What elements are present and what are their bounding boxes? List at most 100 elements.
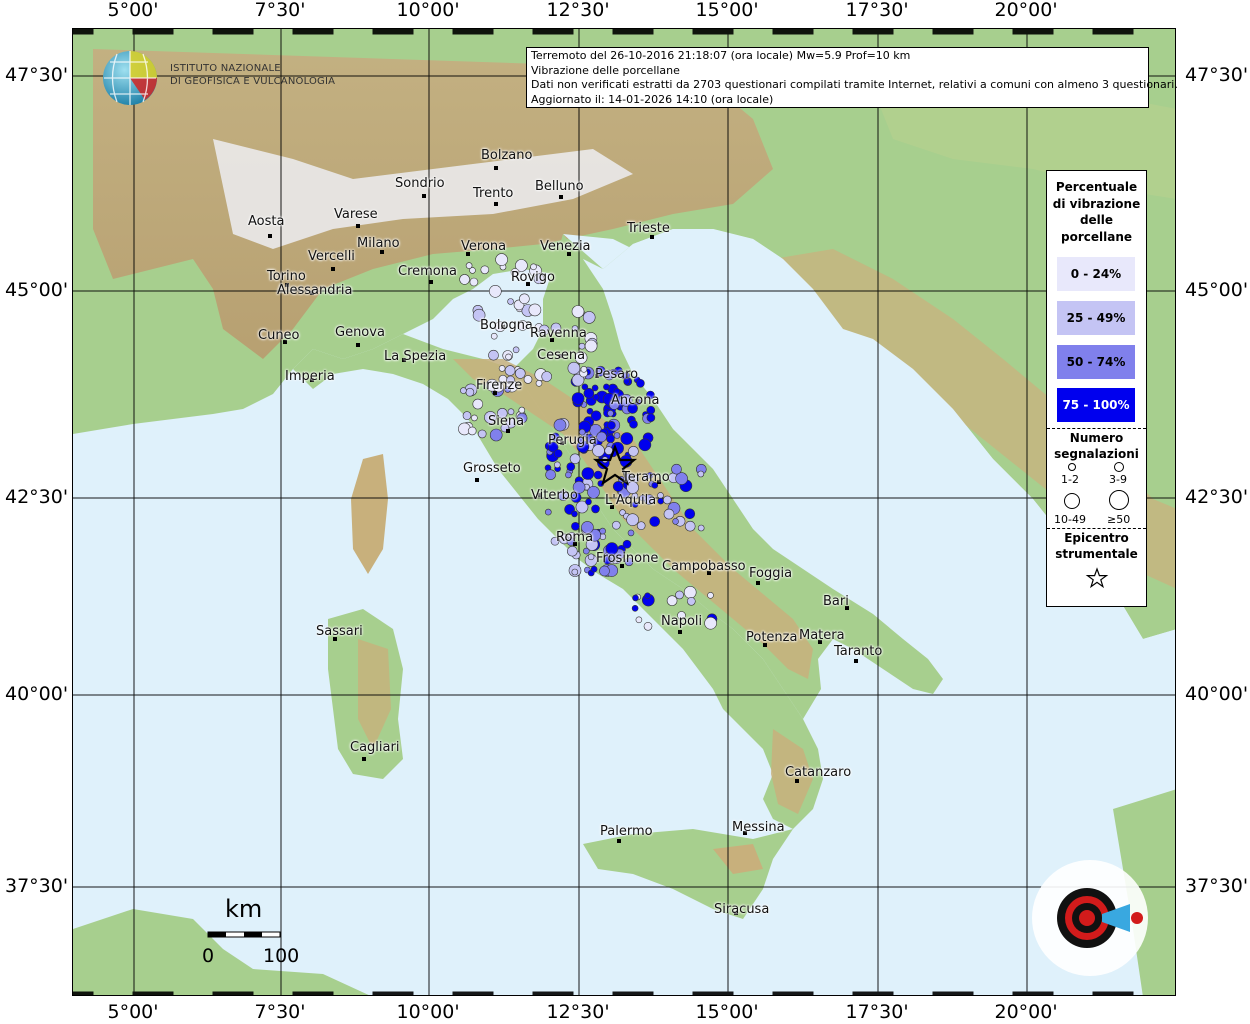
macroseismic-point <box>477 429 487 439</box>
macroseismic-point <box>606 434 615 444</box>
map-canvas[interactable] <box>72 28 1176 996</box>
legend-class-1: 25 - 49% <box>1057 301 1135 335</box>
city-marker <box>678 630 682 634</box>
macroseismic-point <box>507 298 514 305</box>
city-label: Varese <box>334 207 378 222</box>
city-label: Sondrio <box>395 176 445 191</box>
macroseismic-point <box>504 365 516 376</box>
city-marker <box>268 234 272 238</box>
legend-epi-title: Epicentro strumentale <box>1055 531 1138 561</box>
macroseismic-point <box>541 371 553 382</box>
ingv-globe-icon <box>103 51 157 105</box>
macroseismic-point <box>489 428 503 442</box>
macroseismic-point <box>666 595 678 607</box>
city-label: Palermo <box>600 824 653 839</box>
macroseismic-point <box>571 305 585 318</box>
legend: Percentuale di vibrazione delle porcella… <box>1046 170 1147 607</box>
map-svg <box>73 29 1175 995</box>
city-label: Cagliari <box>350 740 400 755</box>
scale-max: 100 <box>263 945 300 967</box>
macroseismic-point <box>465 262 473 269</box>
macroseismic-point <box>565 471 572 479</box>
macroseismic-point <box>628 445 639 457</box>
city-label: Viterbo <box>531 488 578 503</box>
city-label: Rovigo <box>511 270 555 285</box>
macroseismic-point <box>471 414 478 422</box>
land-corsica <box>351 454 388 574</box>
macroseismic-point <box>587 485 600 499</box>
lat-tick-left: 47°30' <box>5 64 69 86</box>
city-label: Frosinone <box>596 551 659 566</box>
macroseismic-point <box>519 293 530 305</box>
macroseismic-point <box>684 508 696 520</box>
scale-unit: km <box>225 895 263 923</box>
macroseismic-point <box>657 492 664 499</box>
city-label: Matera <box>799 628 845 643</box>
city-marker <box>331 267 335 271</box>
macroseismic-point <box>569 453 581 465</box>
city-label: Roma <box>556 530 594 545</box>
macroseismic-point <box>535 379 543 387</box>
macroseismic-point <box>467 426 477 436</box>
macroseismic-point <box>684 520 696 532</box>
macroseismic-point <box>571 510 578 518</box>
legend-size-symbols <box>1064 462 1129 510</box>
macroseismic-point <box>686 596 696 606</box>
city-label: Napoli <box>661 614 703 629</box>
macroseismic-point <box>697 470 705 478</box>
macroseismic-point <box>603 383 610 391</box>
lon-tick-bottom: 7°30' <box>254 1001 306 1023</box>
city-label: Imperia <box>285 369 335 384</box>
lon-tick-bottom: 5°00' <box>107 1001 159 1023</box>
city-label: Sassari <box>316 624 363 639</box>
lat-tick-left: 37°30' <box>5 875 69 897</box>
legend-class-0: 0 - 24% <box>1057 257 1135 291</box>
macroseismic-point <box>545 469 556 481</box>
city-label: Trento <box>473 186 514 201</box>
city-label: Siena <box>488 414 525 429</box>
city-marker <box>559 195 563 199</box>
macroseismic-point <box>583 387 595 399</box>
city-label: Cremona <box>398 264 457 279</box>
macroseismic-point <box>472 398 484 410</box>
city-label: La Spezia <box>384 349 447 364</box>
macroseismic-point <box>607 409 614 417</box>
scale-bar: km 0 100 <box>202 895 325 975</box>
city-label: Belluno <box>535 179 584 194</box>
city-label: Trieste <box>627 221 670 236</box>
lat-tick-left: 40°00' <box>5 683 69 705</box>
event-info-line2: Vibrazione delle porcellane <box>531 63 680 77</box>
city-marker <box>506 429 510 433</box>
event-info-line4: Aggiornato il: 14-01-2026 14:10 (ora loc… <box>531 92 774 106</box>
macroseismic-point <box>635 616 643 624</box>
macroseismic-point <box>553 461 561 469</box>
macroseismic-point <box>465 387 475 397</box>
macroseismic-point <box>649 516 661 527</box>
macroseismic-point <box>571 568 579 576</box>
macroseismic-point <box>480 265 490 275</box>
lon-tick-top: 20°00' <box>994 0 1058 21</box>
macroseismic-point <box>544 508 552 516</box>
lon-tick-top: 5°00' <box>107 0 159 21</box>
macroseismic-point <box>620 432 634 445</box>
lat-tick-left: 42°30' <box>5 486 69 508</box>
macroseismic-point <box>644 592 651 600</box>
city-marker <box>429 280 433 284</box>
city-label: Vercelli <box>308 249 355 264</box>
macroseismic-point <box>567 361 581 375</box>
macroseismic-point <box>530 263 537 271</box>
city-label: Perugia <box>548 433 597 448</box>
legend-class-3: 75 - 100% <box>1057 388 1135 422</box>
city-label: Messina <box>732 820 785 835</box>
macroseismic-point <box>582 311 596 324</box>
lat-tick-right: 40°00' <box>1185 683 1249 705</box>
macroseismic-point <box>514 368 526 379</box>
city-label: Cesena <box>537 348 586 363</box>
macroseismic-point <box>707 591 714 599</box>
macroseismic-point <box>518 406 526 414</box>
city-label: Alessandria <box>277 283 353 298</box>
macroseismic-point <box>629 419 638 429</box>
macroseismic-point <box>622 539 632 549</box>
macroseismic-point <box>587 553 595 561</box>
macroseismic-point <box>498 365 506 372</box>
